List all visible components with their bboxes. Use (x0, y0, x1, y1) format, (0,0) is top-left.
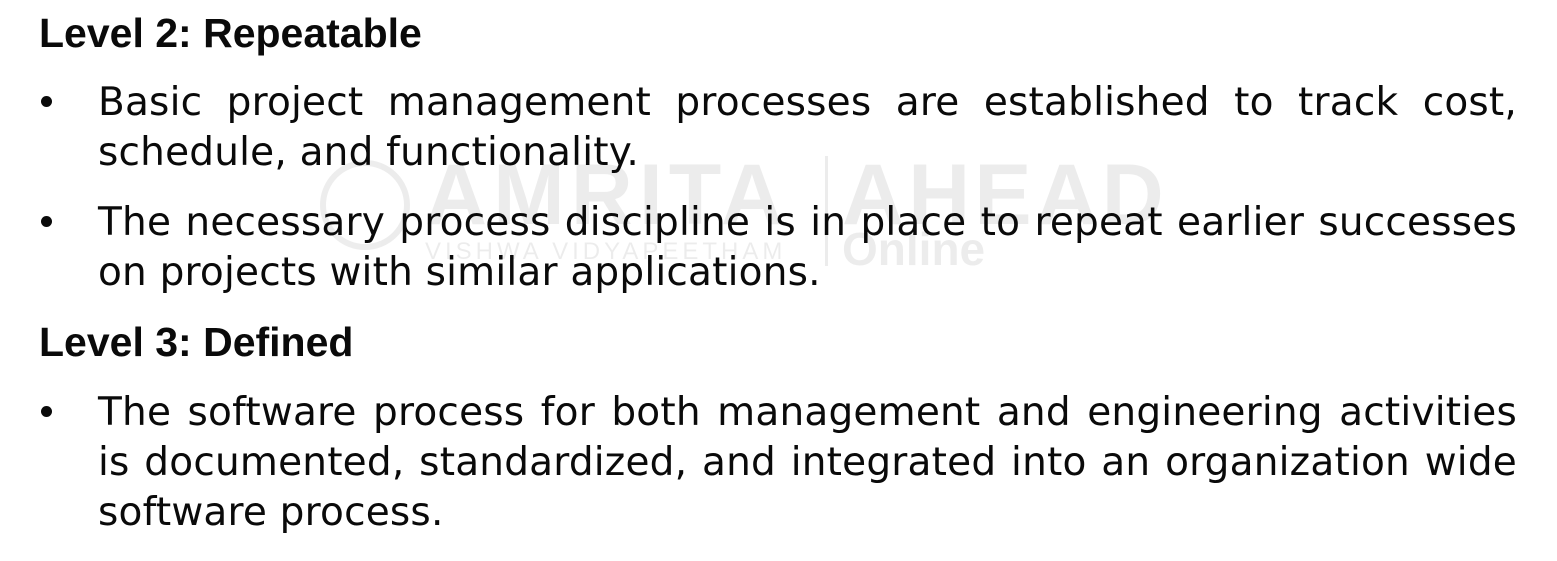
bullet-icon (41, 406, 52, 417)
section-heading-level-3: Level 3: Defined (39, 319, 354, 365)
section-heading-level-2: Level 2: Repeatable (39, 10, 422, 56)
slide: AMRITA VISHWA VIDYAPEETHAM AHEAD Online … (0, 0, 1557, 561)
bullet-text: The software process for both management… (98, 390, 1517, 535)
bullet-icon (41, 216, 52, 227)
bullet-text: Basic project management processes are e… (98, 80, 1517, 175)
bullet-icon (41, 96, 52, 107)
bullet-text: The necessary process discipline is in p… (98, 200, 1517, 295)
